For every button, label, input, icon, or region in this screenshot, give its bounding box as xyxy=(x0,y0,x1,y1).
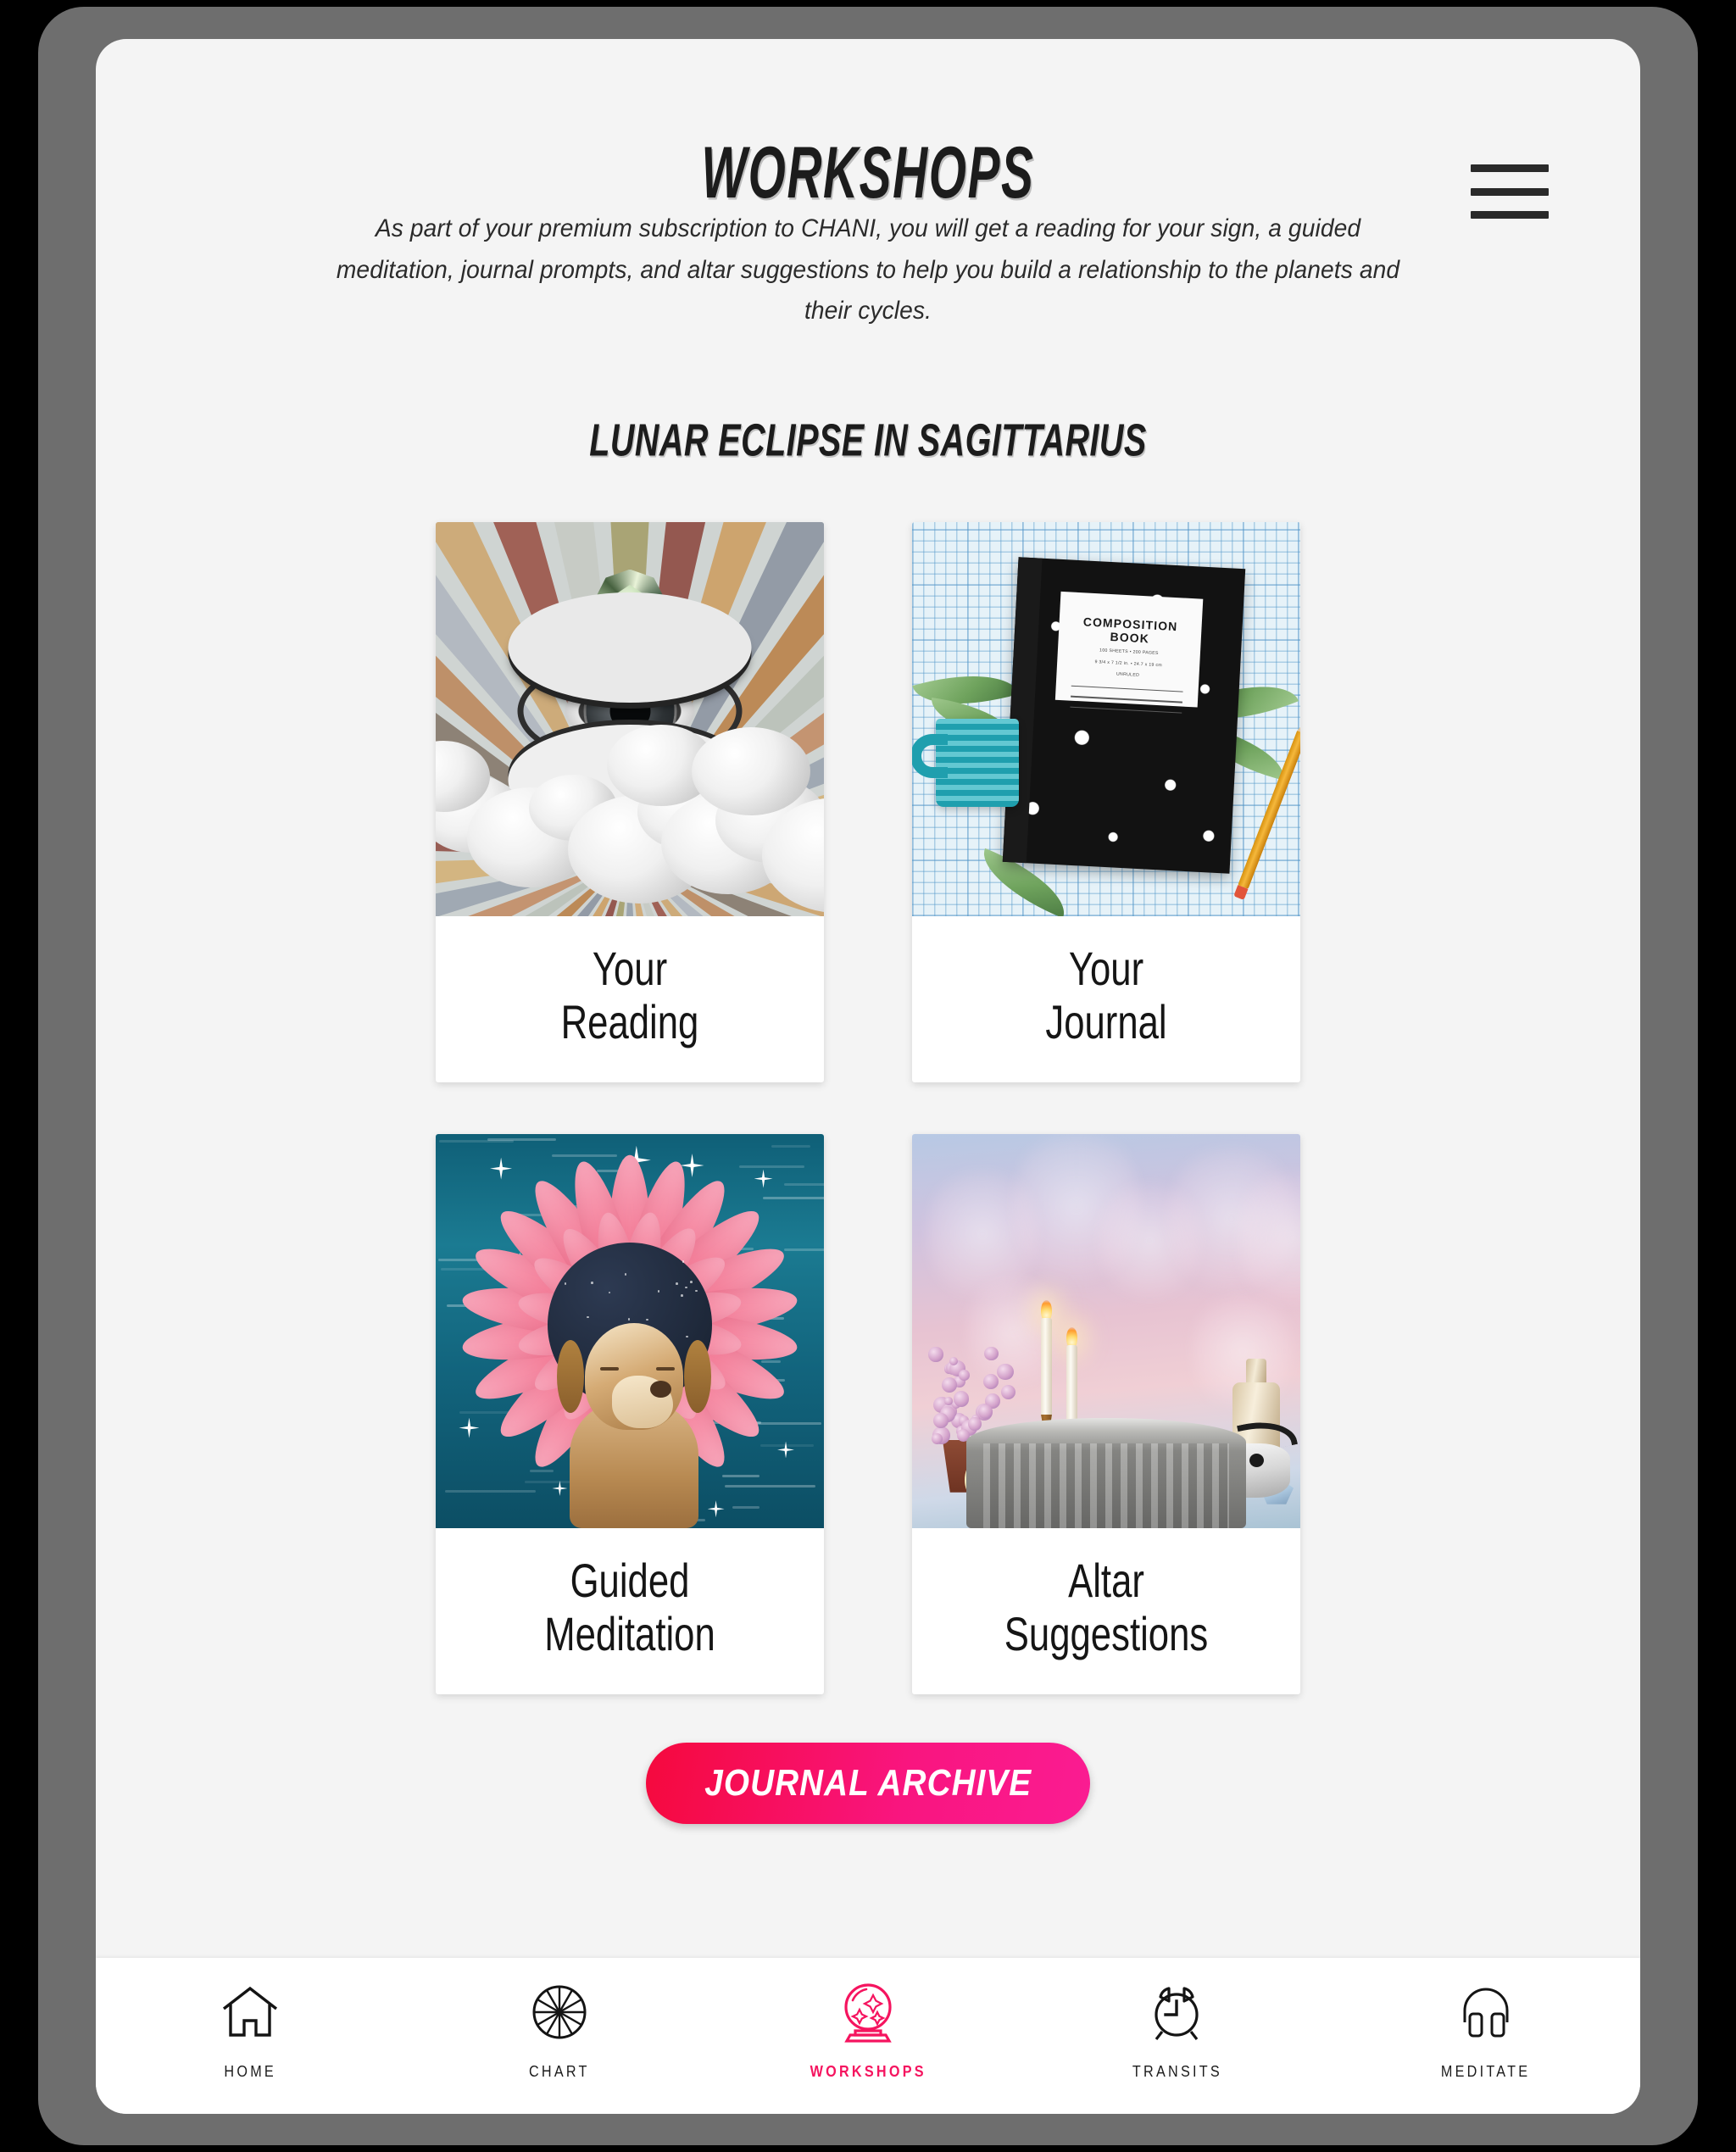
bottle-neck xyxy=(1246,1359,1266,1384)
crystal-ball-icon xyxy=(839,1980,897,2044)
cloud-blob xyxy=(692,727,810,815)
cta-container: JOURNAL ARCHIVE xyxy=(96,1743,1640,1824)
star-speck xyxy=(681,1294,683,1297)
nav-item-home[interactable]: HOME xyxy=(96,1980,404,2081)
flower-bloom xyxy=(997,1364,1014,1381)
tablet-device-frame: WORKSHOPS As part of your premium subscr… xyxy=(38,7,1698,2145)
nav-label-home: HOME xyxy=(224,2063,276,2081)
flower-bloom xyxy=(949,1357,958,1365)
ocean-wave xyxy=(445,1490,537,1493)
dog-nose xyxy=(650,1381,671,1398)
star-speck xyxy=(695,1290,698,1293)
ocean-wave xyxy=(784,1183,824,1186)
ocean-wave xyxy=(552,1154,617,1157)
altar-table xyxy=(966,1418,1246,1528)
app-header: WORKSHOPS xyxy=(96,39,1640,209)
menu-bar-1 xyxy=(1471,164,1549,172)
menu-bar-2 xyxy=(1471,188,1549,196)
flower-bloom xyxy=(1001,1385,1015,1399)
ocean-wave xyxy=(732,1506,760,1509)
section-title: LUNAR ECLIPSE IN SAGITTARIUS xyxy=(204,413,1533,466)
workshop-card-your-journal[interactable]: COMPOSITION BOOK 100 SHEETS • 200 PAGES … xyxy=(912,522,1300,1082)
water-sparkle xyxy=(708,1500,725,1517)
nav-label-transits: TRANSITS xyxy=(1132,2063,1221,2081)
flower-bloom xyxy=(968,1417,982,1431)
bottom-navigation-bar: HOME CHART WORKSHOPS TRANSITS MEDITATE xyxy=(96,1958,1640,2114)
star-speck xyxy=(625,1273,627,1276)
journal-archive-button[interactable]: JOURNAL ARCHIVE xyxy=(646,1743,1090,1824)
star-speck xyxy=(658,1290,660,1293)
nav-label-workshops: WORKSHOPS xyxy=(810,2063,926,2081)
ocean-wave xyxy=(725,1485,815,1487)
workshop-card-your-reading[interactable]: Your Reading xyxy=(436,522,824,1082)
star-speck xyxy=(565,1282,567,1285)
star-speck xyxy=(690,1281,693,1283)
workshop-card-label: Your Journal xyxy=(954,916,1257,1082)
nav-label-chart: CHART xyxy=(529,2063,590,2081)
nav-item-workshops[interactable]: WORKSHOPS xyxy=(714,1980,1022,2081)
flower-bloom xyxy=(978,1404,993,1419)
dog-illustration xyxy=(559,1315,709,1528)
mug-handle xyxy=(912,734,948,778)
star-speck xyxy=(676,1282,678,1285)
house-icon xyxy=(221,1980,279,2044)
notebook-label-plate: COMPOSITION BOOK 100 SHEETS • 200 PAGES … xyxy=(1055,592,1203,708)
flower-bloom xyxy=(942,1377,957,1393)
nav-item-meditate[interactable]: MEDITATE xyxy=(1332,1980,1640,2081)
page-title: WORKSHOPS xyxy=(250,131,1486,215)
guided-meditation-artwork xyxy=(436,1134,824,1528)
workshop-card-label: Altar Suggestions xyxy=(954,1528,1257,1694)
dog-eye-right xyxy=(656,1367,675,1371)
dog-ear-right xyxy=(684,1340,711,1413)
skull-eye-socket xyxy=(1249,1454,1264,1467)
notebook-spec-1: 100 SHEETS • 200 PAGES xyxy=(1068,645,1190,659)
nav-label-meditate: MEDITATE xyxy=(1441,2063,1530,2081)
journal-archive-label: JOURNAL ARCHIVE xyxy=(704,1762,1032,1804)
ocean-wave xyxy=(784,1248,824,1251)
nav-item-transits[interactable]: TRANSITS xyxy=(1022,1980,1331,2081)
workshop-card-label: Guided Meditation xyxy=(478,1528,781,1694)
flower-bloom xyxy=(933,1413,949,1428)
flower-bloom xyxy=(983,1374,999,1389)
flower-bloom xyxy=(959,1370,970,1381)
app-screen: WORKSHOPS As part of your premium subscr… xyxy=(96,39,1640,2114)
notebook-spec-3: UNRULED xyxy=(1066,668,1188,681)
flower-bloom xyxy=(928,1347,943,1361)
workshop-card-label: Your Reading xyxy=(478,916,781,1082)
notebook-rule-line xyxy=(1071,685,1183,692)
notebook-spine xyxy=(1003,557,1043,863)
flower-bloom xyxy=(954,1391,969,1406)
composition-notebook: COMPOSITION BOOK 100 SHEETS • 200 PAGES … xyxy=(1003,557,1245,874)
cloud-layer xyxy=(436,759,824,916)
headphones-icon xyxy=(1458,1980,1514,2044)
altar-suggestions-artwork xyxy=(912,1134,1300,1528)
star-speck xyxy=(685,1287,687,1289)
workshop-card-guided-meditation[interactable]: Guided Meditation xyxy=(436,1134,824,1694)
workshop-card-altar-suggestions[interactable]: Altar Suggestions xyxy=(912,1134,1300,1694)
your-journal-artwork: COMPOSITION BOOK 100 SHEETS • 200 PAGES … xyxy=(912,522,1300,916)
eye-lid-top xyxy=(509,592,751,703)
nav-item-chart[interactable]: CHART xyxy=(404,1980,713,2081)
your-reading-artwork xyxy=(436,522,824,916)
star-speck xyxy=(591,1282,593,1284)
flower-bloom xyxy=(984,1347,998,1360)
flower-bloom xyxy=(944,1397,953,1405)
workshop-card-grid: Your Reading COMPOSITION BOOK 100 SHEETS… xyxy=(436,522,1300,1694)
dog-eye-left xyxy=(600,1367,619,1371)
dog-head xyxy=(585,1323,683,1430)
chart-wheel-icon xyxy=(531,1980,587,2044)
dog-ear-left xyxy=(557,1340,584,1413)
alarm-clock-icon xyxy=(1147,1980,1206,2044)
star-speck xyxy=(609,1292,611,1294)
candle-left xyxy=(1041,1318,1052,1420)
intro-description: As part of your premium subscription to … xyxy=(142,209,1594,332)
notebook-title: COMPOSITION BOOK xyxy=(1068,614,1191,647)
ocean-wave xyxy=(771,1145,811,1148)
dog-muzzle xyxy=(612,1376,673,1428)
notebook-rule-line xyxy=(1070,706,1182,713)
notebook-rule-line xyxy=(1071,696,1182,703)
notebook-spec-2: 9 3/4 x 7 1/2 in. • 24.7 x 19 cm xyxy=(1067,657,1189,670)
teal-mug xyxy=(936,719,1019,807)
